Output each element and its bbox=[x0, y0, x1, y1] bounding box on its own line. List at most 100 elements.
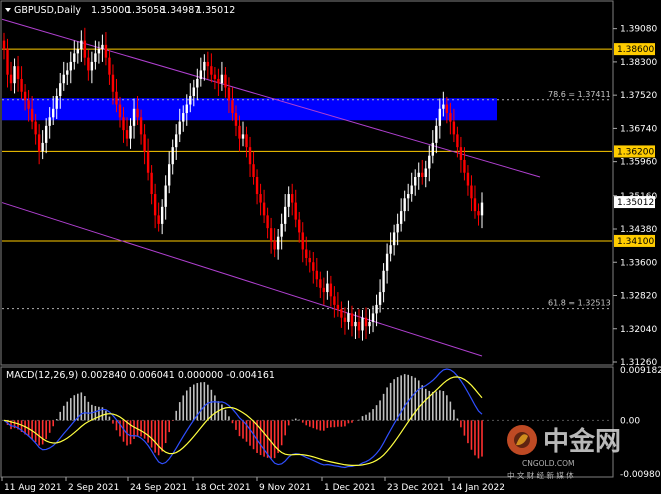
candle-body-103 bbox=[364, 317, 368, 327]
candle-body-127 bbox=[449, 113, 452, 122]
candle-body-133 bbox=[470, 185, 473, 199]
candle-body-5 bbox=[20, 78, 23, 92]
candle-body-92 bbox=[326, 283, 329, 293]
candle-body-6 bbox=[23, 91, 27, 101]
candle-body-21 bbox=[76, 49, 80, 54]
candle-body-65 bbox=[231, 100, 234, 114]
candle-body-39 bbox=[139, 117, 143, 135]
level-tag-text-0: 1.38600 bbox=[617, 45, 654, 55]
macd-tick-label-1: 0.00 bbox=[620, 416, 640, 426]
candle-body-119 bbox=[421, 172, 424, 177]
price-tick-label-9: 1.32040 bbox=[620, 325, 657, 335]
candle-body-84 bbox=[298, 219, 301, 233]
candle-body-58 bbox=[206, 61, 210, 67]
candle-body-118 bbox=[417, 172, 420, 177]
candle-body-16 bbox=[59, 83, 62, 97]
candle-body-75 bbox=[266, 215, 269, 229]
candle-body-79 bbox=[280, 223, 283, 237]
price-tick-label-1: 1.38300 bbox=[620, 58, 657, 68]
candle-body-69 bbox=[245, 134, 248, 148]
candle-body-74 bbox=[262, 202, 266, 216]
candle-body-131 bbox=[463, 159, 466, 173]
candle-body-13 bbox=[48, 117, 51, 126]
candle-body-99 bbox=[350, 313, 354, 327]
candle-body-63 bbox=[224, 74, 227, 88]
candle-body-1 bbox=[6, 49, 9, 75]
candle-body-60 bbox=[213, 74, 217, 79]
candle-body-100 bbox=[354, 321, 357, 327]
candle-body-62 bbox=[220, 74, 224, 84]
candle-body-29 bbox=[104, 44, 108, 58]
candle-body-134 bbox=[473, 198, 477, 212]
macd-tick-label-0: 0.009182 bbox=[620, 366, 661, 376]
candle-body-78 bbox=[276, 236, 280, 250]
candle-body-116 bbox=[410, 185, 413, 195]
candle-body-9 bbox=[34, 121, 37, 135]
candle-body-52 bbox=[185, 104, 188, 114]
candle-body-125 bbox=[442, 104, 445, 109]
candle-body-101 bbox=[357, 321, 361, 331]
price-tick-label-0: 1.39080 bbox=[620, 25, 657, 35]
candle-body-86 bbox=[305, 249, 308, 258]
candle-body-104 bbox=[368, 321, 371, 327]
candle-body-15 bbox=[55, 96, 58, 109]
candle-body-68 bbox=[241, 134, 245, 139]
candle-body-27 bbox=[97, 49, 101, 54]
candle-body-57 bbox=[203, 61, 206, 71]
candle-body-18 bbox=[66, 70, 69, 75]
price-tick-label-6: 1.34380 bbox=[620, 225, 657, 235]
candle-body-96 bbox=[340, 309, 343, 318]
candle-body-17 bbox=[62, 74, 65, 84]
candle-body-24 bbox=[87, 57, 90, 71]
candle-body-49 bbox=[175, 134, 178, 148]
watermark-brand: 中金网 bbox=[543, 426, 621, 457]
candle-body-94 bbox=[333, 296, 336, 305]
candle-body-56 bbox=[199, 70, 203, 79]
candle-body-82 bbox=[291, 194, 294, 203]
candle-body-76 bbox=[269, 228, 273, 241]
chart-root: 1.38600 1.36200 1.34100 78.6 = 1.37411 61.8 … bbox=[0, 0, 661, 493]
price-tick-label-5: 1.35160 bbox=[620, 192, 657, 202]
candle-body-14 bbox=[52, 108, 55, 118]
candle-body-83 bbox=[294, 202, 297, 220]
candle-body-10 bbox=[37, 134, 41, 152]
price-tick-label-3: 1.36740 bbox=[620, 124, 657, 134]
candle-body-45 bbox=[160, 206, 164, 224]
candle-body-47 bbox=[167, 164, 171, 186]
candle-body-51 bbox=[182, 113, 185, 122]
candle-body-111 bbox=[392, 232, 396, 246]
candle-body-109 bbox=[385, 253, 389, 271]
candle-body-85 bbox=[301, 232, 304, 250]
candle-body-90 bbox=[319, 279, 322, 288]
candle-body-124 bbox=[438, 108, 442, 126]
candle-body-98 bbox=[347, 313, 350, 322]
candle-body-23 bbox=[83, 40, 87, 58]
watermark-tagline: 中 文 财 经 新 媒 体 bbox=[507, 470, 574, 480]
candle-body-123 bbox=[435, 125, 438, 143]
fibo-label-0: 78.6 = 1.37411 bbox=[548, 90, 611, 99]
candle-body-87 bbox=[308, 257, 311, 263]
candle-body-64 bbox=[227, 87, 231, 101]
candle-body-110 bbox=[389, 245, 392, 254]
candle-body-91 bbox=[322, 287, 326, 293]
macd-tick-label-2: -0.009806 bbox=[620, 470, 661, 480]
candle-body-40 bbox=[143, 134, 146, 152]
candle-body-121 bbox=[428, 155, 431, 169]
candle-body-48 bbox=[171, 147, 174, 165]
candle-body-73 bbox=[259, 194, 262, 203]
candle-body-93 bbox=[329, 283, 333, 297]
symbol-label: GBPUSD,Daily bbox=[14, 5, 81, 16]
candle-body-107 bbox=[378, 292, 382, 305]
date-label-1: 2 Sep 2021 bbox=[68, 483, 119, 493]
candle-body-25 bbox=[90, 61, 94, 71]
candle-body-46 bbox=[164, 185, 167, 207]
fibo-label-1: 61.8 = 1.32513 bbox=[548, 299, 611, 308]
symbol-header: GBPUSD,Daily 1.35000 1.35058 1.34987 1.3… bbox=[5, 5, 235, 16]
candle-body-129 bbox=[456, 134, 459, 148]
candle-body-33 bbox=[118, 104, 122, 118]
supply-zone bbox=[2, 98, 497, 121]
candle-body-61 bbox=[217, 78, 220, 84]
candle-body-77 bbox=[273, 240, 276, 250]
candle-body-54 bbox=[192, 87, 195, 97]
price-tick-label-2: 1.37520 bbox=[620, 91, 657, 101]
